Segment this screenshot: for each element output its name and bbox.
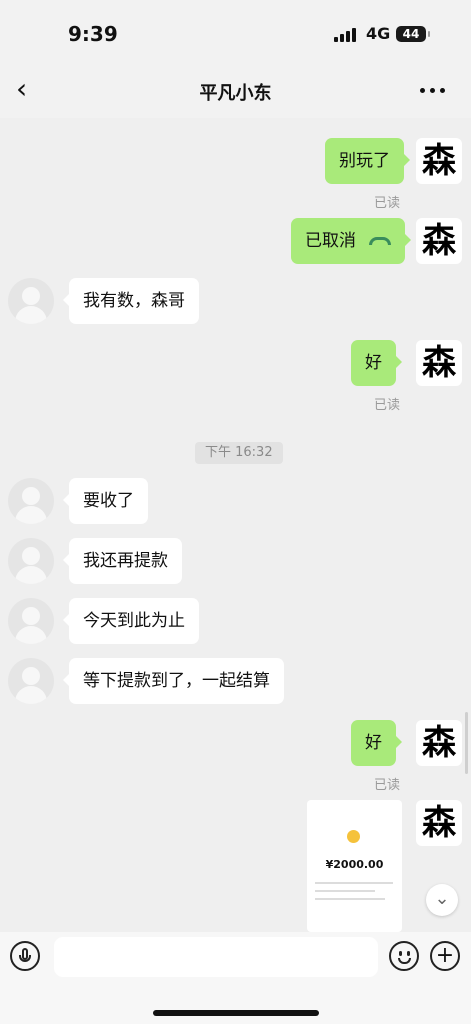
microphone-icon[interactable] xyxy=(10,941,40,971)
message-bubble[interactable]: 今天到此为止 xyxy=(63,598,199,644)
self-avatar[interactable]: 森 xyxy=(416,800,462,846)
self-avatar[interactable]: 森 xyxy=(416,720,462,766)
status-bar: 9:39 4G 44 xyxy=(0,0,471,62)
message-bubble[interactable]: 我还再提款 xyxy=(63,538,182,584)
home-indicator xyxy=(153,1010,319,1016)
chat-title: 平凡小东 xyxy=(199,83,272,104)
emoji-icon[interactable] xyxy=(389,941,419,971)
message-text: 已取消 xyxy=(305,231,356,251)
image-message[interactable]: ¥2000.00 xyxy=(307,800,402,932)
message-bubble[interactable]: 等下提款到了，一起结算 xyxy=(63,658,284,704)
read-receipt: 已读 xyxy=(374,196,401,211)
self-avatar[interactable]: 森 xyxy=(416,340,462,386)
phone-hangup-icon xyxy=(369,235,392,247)
message-bubble[interactable]: 我有数，森哥 xyxy=(63,278,199,324)
battery-icon: 44 xyxy=(396,26,430,42)
network-label: 4G xyxy=(366,24,391,43)
message-input[interactable] xyxy=(54,937,378,977)
contact-avatar[interactable] xyxy=(8,478,54,524)
chevron-down-icon[interactable]: ⌄ xyxy=(426,884,458,916)
contact-avatar[interactable] xyxy=(8,598,54,644)
call-cancelled-bubble[interactable]: 已取消 xyxy=(291,218,412,264)
status-time: 9:39 xyxy=(68,22,118,46)
input-bar: + xyxy=(0,932,471,1024)
contact-avatar[interactable] xyxy=(8,538,54,584)
timestamp: 下午 16:32 xyxy=(195,442,283,464)
chat-area[interactable]: 森 别玩了 已读 森 已取消 我有数，森哥 森 好 已读 下午 16:32 要收… xyxy=(0,118,471,932)
scrollbar[interactable] xyxy=(465,712,468,774)
contact-avatar[interactable] xyxy=(8,658,54,704)
message-bubble[interactable]: 好 xyxy=(351,720,402,766)
plus-icon[interactable]: + xyxy=(430,941,460,971)
more-dots-icon[interactable] xyxy=(418,84,448,96)
image-amount: ¥2000.00 xyxy=(325,858,384,871)
read-receipt: 已读 xyxy=(374,398,401,413)
message-bubble[interactable]: 好 xyxy=(351,340,402,386)
signal-icon xyxy=(334,28,358,42)
read-receipt: 已读 xyxy=(374,778,401,793)
self-avatar[interactable]: 森 xyxy=(416,218,462,264)
message-bubble[interactable]: 要收了 xyxy=(63,478,148,524)
self-avatar[interactable]: 森 xyxy=(416,138,462,184)
message-bubble[interactable]: 别玩了 xyxy=(325,138,410,184)
navigation-bar: ‹ 平凡小东 xyxy=(0,62,471,118)
coin-icon xyxy=(347,830,360,843)
contact-avatar[interactable] xyxy=(8,278,54,324)
